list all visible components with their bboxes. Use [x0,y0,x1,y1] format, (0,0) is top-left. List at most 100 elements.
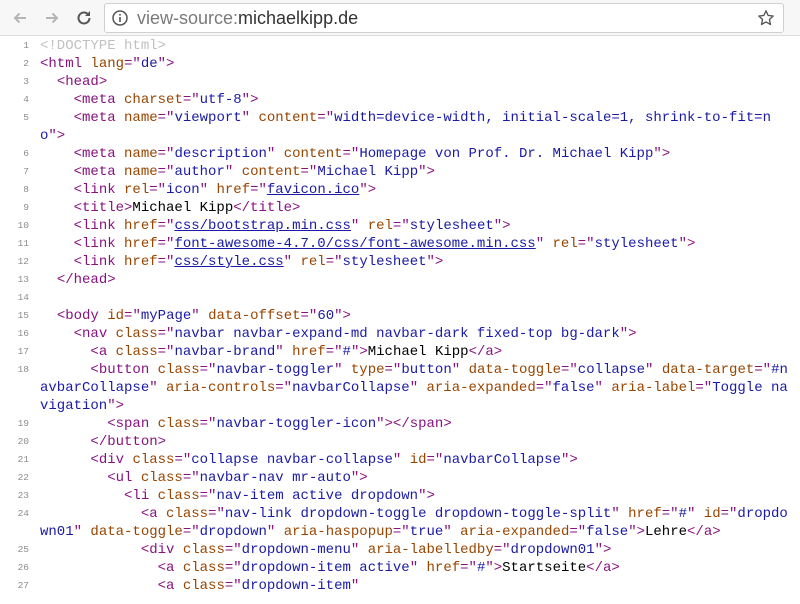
code-value: viewport [174,110,242,126]
reload-button[interactable] [72,6,96,30]
code-tag: "> [418,164,435,180]
code-tag: <meta [73,164,125,180]
line-content: <head> [40,73,800,91]
code-link[interactable]: css/style.css [174,254,283,270]
code-value: collapse [577,362,646,378]
code-attribute: data-target [661,362,755,378]
code-tag: =" [342,146,360,162]
code-link[interactable]: css/bootstrap.min.css [174,218,350,234]
line-number: 3 [23,76,29,87]
line-number: 8 [23,184,29,195]
code-tag: " [241,110,259,126]
code-value: myPage [140,308,192,324]
code-link[interactable]: favicon.ico [267,182,359,198]
code-tag: =" [208,506,225,522]
code-tag: =" [124,308,141,324]
source-line: 9 <title>Michael Kipp</title> [0,199,800,217]
code-attribute: aria-label [611,380,696,396]
source-line: 21 <div class="collapse navbar-collapse"… [0,451,800,469]
source-line: 20 </button> [0,433,800,451]
code-tag: <a [157,578,183,594]
source-line: 22 <ul class="navbar-nav mr-auto"> [0,469,800,487]
code-attribute: aria-haspopup [283,524,393,540]
code-link[interactable]: font-awesome-4.7.0/css/font-awesome.min.… [174,236,535,252]
source-line: 15 <body id="myPage" data-offset="60"> [0,307,800,325]
code-tag: =" [560,362,578,378]
code-tag: =" [157,146,175,162]
code-value: navbar-toggler [216,362,335,378]
code-attribute: id [409,452,427,468]
line-number: 25 [17,544,29,555]
code-tag: "> [493,218,511,234]
code-tag: =" [199,488,217,504]
code-attribute: name [124,110,158,126]
code-tag: =" [157,344,175,360]
code-tag: =" [577,236,595,252]
code-attribute: class [157,416,200,432]
line-content: <ul class="navbar-nav mr-auto"> [40,469,800,487]
browser-toolbar: view-source:michaelkipp.de [0,0,800,36]
line-content: <link href="css/bootstrap.min.css" rel="… [40,217,800,235]
code-tag: </button> [90,434,167,450]
code-attribute: id [703,506,721,522]
code-tag: <div [140,542,183,558]
line-number: 7 [23,166,29,177]
code-tag: " [451,362,469,378]
code-tag: =" [720,506,738,522]
code-tag: " [275,344,293,360]
back-button[interactable] [8,6,32,30]
line-number: 5 [23,112,29,123]
code-tag: =" [157,218,175,234]
code-tag: =" [300,164,318,180]
code-attribute: rel [124,182,150,198]
code-tag: "> [376,416,393,432]
code-tag: =" [275,380,293,396]
code-attribute: rel [367,218,393,234]
line-content: <nav class="navbar navbar-expand-md navb… [40,325,800,343]
code-attribute: data-offset [208,308,301,324]
forward-button[interactable] [40,6,64,30]
code-tag: =" [199,416,217,432]
code-attribute: content [258,110,318,126]
code-attribute: class [182,578,225,594]
reload-icon [77,11,91,25]
star-icon[interactable] [757,9,775,27]
source-line: 27 <a class="dropdown-item" [0,577,800,595]
code-attribute: href [216,182,251,198]
code-tag: =" [124,56,141,72]
code-tag: =" [300,308,318,324]
line-number: 18 [17,364,29,375]
code-tag: =" [182,524,200,540]
code-tag: </span> [392,416,452,432]
code-tag: <nav [73,326,116,342]
code-attribute: aria-expanded [426,380,536,396]
address-bar[interactable]: view-source:michaelkipp.de [104,3,784,33]
code-value: stylesheet [594,236,679,252]
code-value: button [401,362,452,378]
code-tag: </a> [586,560,620,576]
line-number: 2 [23,58,29,69]
line-content: <meta name="viewport" content="width=dev… [40,109,800,145]
line-number: 15 [17,310,29,321]
info-icon[interactable] [112,10,128,26]
code-text: Michael Kipp [132,200,234,216]
code-value: dropdown01 [510,542,595,558]
code-tag: =" [224,542,242,558]
code-tag: =" [325,254,343,270]
line-number: 12 [17,256,29,267]
line-content: <a class="navbar-brand" href="#">Michael… [40,343,800,361]
url-text[interactable]: view-source:michaelkipp.de [137,8,358,28]
code-value: # [678,506,687,522]
url-scheme: view-source: [137,8,239,28]
source-line: 2 <html lang="de"> [0,55,800,73]
code-attribute: content [241,164,301,180]
code-tag: =" [317,110,335,126]
